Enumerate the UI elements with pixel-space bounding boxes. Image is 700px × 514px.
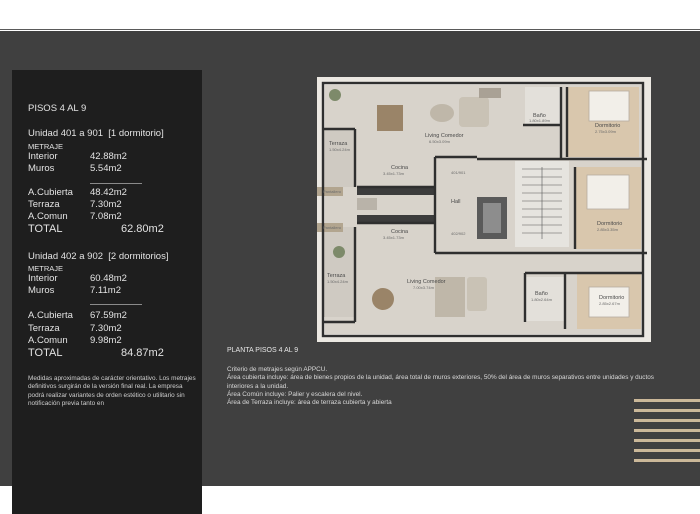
top-divider: [0, 29, 700, 30]
unit2-total-value: 84.87m2: [121, 347, 164, 359]
label-unit-402: 402/902: [451, 231, 466, 236]
plan-caption: PLANTA PISOS 4 AL 9: [227, 347, 299, 354]
label-pantallero-top: Pantallero: [323, 189, 342, 194]
unit2-bedrooms: [2 dormitorios]: [108, 251, 169, 262]
dining-table-top: [377, 105, 403, 131]
area-criteria: Criterio de metrajes según APPCU. Área c…: [227, 366, 677, 407]
stripe: [634, 459, 700, 462]
unit2-comun-value: 9.98m2: [90, 335, 122, 346]
bed-mid: [586, 174, 630, 210]
label-bano-bottom-dim: 1.80x2.64m: [531, 297, 553, 302]
unit2-terraza-value: 7.30m2: [90, 323, 122, 334]
unit1-total-label: TOTAL: [28, 223, 63, 235]
criteria-line: Área cubierta incluye: área de bienes pr…: [227, 374, 655, 390]
unit2-cubierta-label: A.Cubierta: [28, 310, 73, 321]
unit1-interior-value: 42.88m2: [90, 151, 127, 162]
stripe: [634, 419, 700, 422]
unit2-terraza-label: Terraza: [28, 323, 60, 334]
label-dorm-mid-dim: 2.85x3.35m: [597, 227, 619, 232]
plant-icon: [329, 89, 341, 101]
label-hall: Hall: [451, 199, 460, 205]
bed-top: [588, 90, 630, 122]
dining-table-bottom: [372, 288, 394, 310]
label-unit-401: 401/901: [451, 170, 466, 175]
unit2-comun-label: A.Comun: [28, 335, 68, 346]
stripe: [634, 449, 700, 452]
terrace-bottom: [323, 227, 355, 317]
sofa-top: [430, 104, 454, 122]
unit2-interior-label: Interior: [28, 273, 58, 284]
unit2-interior-value: 60.48m2: [90, 273, 127, 284]
unit1-comun-label: A.Comun: [28, 211, 68, 222]
unit1-terraza-label: Terraza: [28, 199, 60, 210]
stripe: [634, 439, 700, 442]
unit1-muros-label: Muros: [28, 163, 55, 174]
unit1-terraza-value: 7.30m2: [90, 199, 122, 210]
unit1-name: Unidad 401 a 901: [28, 128, 104, 139]
kitchen-stove: [357, 198, 377, 210]
unit1-muros-value: 5.54m2: [90, 163, 122, 174]
unit1-total-value: 62.80m2: [121, 223, 164, 235]
unit1-sum-rule: [90, 183, 142, 184]
label-living-top-dim: 6.50x3.09m: [429, 139, 451, 144]
unit2-muros-value: 7.11m2: [90, 285, 121, 296]
unit1-cubierta-value: 48.42m2: [90, 187, 127, 198]
unit2-cubierta-value: 67.59m2: [90, 310, 127, 321]
label-terraza-top-dim: 1.50x4.24m: [329, 147, 351, 152]
plant-icon: [333, 246, 345, 258]
armchair-top: [479, 88, 501, 98]
decorative-stripes: [634, 399, 700, 465]
label-dorm-bottom-dim: 2.85x2.67m: [599, 301, 621, 306]
floor-plan: Terraza 1.50x4.24m Living Comedor 6.50x3…: [317, 77, 651, 342]
unit2-sum-rule: [90, 304, 142, 305]
disclaimer-notes: Medidas aproximadas de carácter orientat…: [28, 375, 196, 407]
unit2-muros-label: Muros: [28, 285, 55, 296]
stripe: [634, 429, 700, 432]
living-rug-top: [459, 97, 489, 127]
unit1-cubierta-label: A.Cubierta: [28, 187, 73, 198]
label-living-bottom-dim: 7.00x3.74m: [413, 285, 435, 290]
label-bano-top-dim: 1.80x1.89m: [529, 118, 551, 123]
unit2-heading: Unidad 402 a 902 [2 dormitorios]: [28, 251, 168, 262]
terrace-top: [323, 129, 355, 187]
unit1-interior-label: Interior: [28, 151, 58, 162]
unit1-heading: Unidad 401 a 901 [1 dormitorio]: [28, 128, 164, 139]
unit2-name: Unidad 402 a 902: [28, 251, 104, 262]
criteria-line: Área de Terraza incluye: área de terraza…: [227, 399, 392, 407]
living-rug-bottom: [467, 277, 487, 311]
unit1-bedrooms: [1 dormitorio]: [108, 128, 164, 139]
area-summary-panel: PISOS 4 AL 9 Unidad 401 a 901 [1 dormito…: [12, 70, 202, 514]
unit2-total-label: TOTAL: [28, 347, 63, 359]
panel-title: PISOS 4 AL 9: [28, 103, 87, 114]
label-cocina-bottom-dim: 3.45x1.73m: [383, 235, 405, 240]
unit1-comun-value: 7.08m2: [90, 211, 122, 222]
label-dorm-top-dim: 2.75x3.09m: [595, 129, 617, 134]
stripe: [634, 399, 700, 402]
stripe: [634, 409, 700, 412]
criteria-line: Área Común incluye: Palier y escalera de…: [227, 390, 363, 398]
elevator-cab: [483, 203, 501, 233]
label-pantallero-bottom: Pantallero: [323, 225, 342, 230]
label-cocina-top-dim: 3.45x1.73m: [383, 171, 405, 176]
label-terraza-bottom-dim: 1.50x4.24m: [327, 279, 349, 284]
